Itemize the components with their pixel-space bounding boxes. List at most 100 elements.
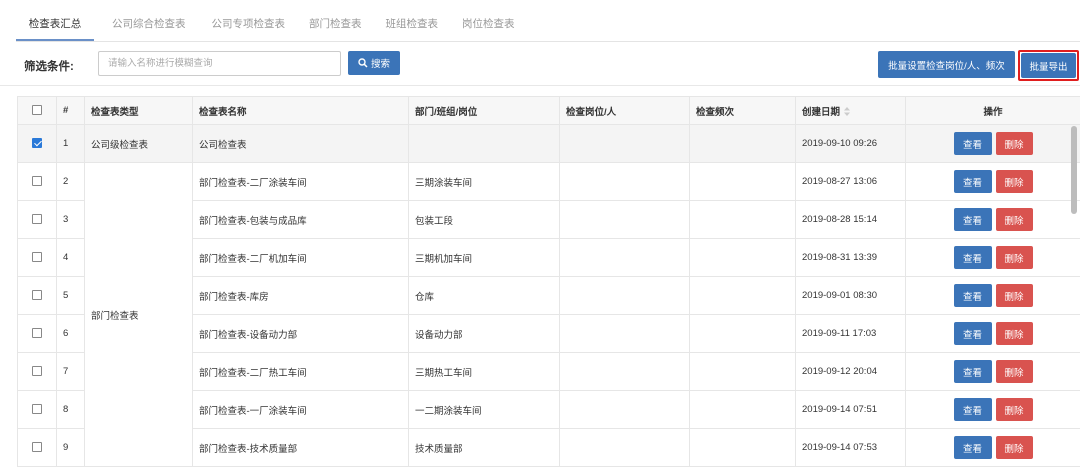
row-index: 3 (56, 200, 85, 239)
row-freq (689, 428, 796, 467)
tab-department[interactable]: 部门检查表 (297, 10, 374, 41)
delete-button[interactable]: 删除 (995, 360, 1033, 383)
row-checkbox[interactable] (32, 138, 42, 149)
row-checkbox[interactable] (32, 176, 42, 187)
table-row: 2 部门检查表 部门检查表-二厂涂装车间 三期涂装车间 2019-08-27 1… (17, 162, 1080, 467)
row-checkbox[interactable] (32, 404, 42, 415)
tab-team[interactable]: 班组检查表 (374, 10, 451, 41)
row-checkbox[interactable] (32, 366, 42, 377)
row-dept: 三期机加车间 (408, 238, 560, 277)
row-dept: 仓库 (408, 276, 560, 315)
row-checkbox-cell (17, 200, 57, 239)
row-created: 2019-08-28 15:14 (795, 200, 906, 239)
row-post (559, 124, 690, 163)
filter-label: 筛选条件: (24, 61, 74, 73)
row-created: 2019-08-31 13:39 (795, 238, 906, 277)
delete-button[interactable]: 删除 (995, 322, 1033, 345)
row-name: 部门检查表-二厂涂装车间 (192, 162, 409, 201)
view-button[interactable]: 查看 (953, 246, 992, 269)
tab-company-comprehensive[interactable]: 公司综合检查表 (100, 10, 198, 41)
row-post (559, 428, 690, 467)
row-created: 2019-09-14 07:53 (795, 428, 906, 467)
view-button[interactable]: 查看 (953, 436, 992, 459)
search-input[interactable] (98, 51, 341, 76)
row-freq (689, 352, 796, 391)
row-freq (689, 162, 796, 201)
view-button[interactable]: 查看 (953, 398, 992, 421)
row-post (559, 352, 690, 391)
delete-button[interactable]: 删除 (995, 208, 1033, 231)
row-created: 2019-09-11 17:03 (795, 314, 906, 353)
row-name: 部门检查表-技术质量部 (192, 428, 409, 467)
row-checkbox[interactable] (32, 328, 42, 339)
header-ops: 操作 (905, 96, 1080, 125)
delete-button[interactable]: 删除 (995, 436, 1033, 459)
row-checkbox[interactable] (32, 442, 42, 453)
delete-button[interactable]: 删除 (995, 246, 1033, 269)
table-row: 1 公司级检查表 公司检查表 2019-09-10 09:26 查看 删除 (17, 124, 1080, 163)
row-checkbox-cell (17, 162, 57, 201)
row-freq (689, 238, 796, 277)
row-name: 部门检查表-二厂热工车间 (192, 352, 409, 391)
view-button[interactable]: 查看 (953, 284, 992, 307)
row-checkbox[interactable] (32, 290, 42, 301)
search-button-label: 搜索 (370, 59, 390, 70)
delete-button[interactable]: 删除 (995, 170, 1033, 193)
view-button[interactable]: 查看 (953, 360, 992, 383)
row-actions: 查看 删除 (905, 124, 1080, 163)
view-button[interactable]: 查看 (953, 170, 992, 193)
row-dept: 包装工段 (408, 200, 560, 239)
row-index: 1 (56, 124, 85, 163)
search-button[interactable]: 搜索 (348, 51, 400, 75)
row-post (559, 162, 690, 201)
delete-button[interactable]: 删除 (995, 398, 1033, 421)
row-freq (689, 276, 796, 315)
row-checkbox-cell (17, 390, 57, 429)
row-actions: 查看 删除 (905, 352, 1080, 391)
view-button[interactable]: 查看 (953, 208, 992, 231)
vertical-scrollbar-thumb[interactable] (1071, 126, 1077, 214)
batch-export-button[interactable]: 批量导出 (1021, 53, 1076, 78)
row-actions: 查看 删除 (905, 200, 1080, 239)
batch-set-button[interactable]: 批量设置检查岗位/人、频次 (878, 51, 1015, 78)
row-created: 2019-09-01 08:30 (795, 276, 906, 315)
delete-button[interactable]: 删除 (995, 284, 1033, 307)
row-freq (689, 314, 796, 353)
row-index: 5 (56, 276, 85, 315)
row-checkbox[interactable] (32, 214, 42, 225)
row-name: 部门检查表-库房 (192, 276, 409, 315)
select-all-checkbox[interactable] (32, 105, 42, 116)
tab-post[interactable]: 岗位检查表 (450, 10, 527, 41)
row-index: 4 (56, 238, 85, 277)
row-post (559, 238, 690, 277)
export-highlight-box: 批量导出 (1018, 50, 1079, 81)
header-post: 检查岗位/人 (559, 96, 690, 125)
header-created[interactable]: 创建日期 (795, 96, 906, 125)
row-checkbox-cell (17, 314, 57, 353)
view-button[interactable]: 查看 (953, 132, 992, 155)
row-checkbox[interactable] (32, 252, 42, 263)
row-checkbox-cell (17, 238, 57, 277)
sort-icon[interactable] (844, 107, 851, 117)
row-freq (689, 124, 796, 163)
row-dept: 三期热工车间 (408, 352, 560, 391)
row-index: 6 (56, 314, 85, 353)
row-actions: 查看 删除 (905, 276, 1080, 315)
row-post (559, 390, 690, 429)
row-index: 8 (56, 390, 85, 429)
header-index: # (56, 96, 85, 125)
row-index: 7 (56, 352, 85, 391)
view-button[interactable]: 查看 (953, 322, 992, 345)
header-dept: 部门/班组/岗位 (408, 96, 560, 125)
delete-button[interactable]: 删除 (995, 132, 1033, 155)
table-header-row: # 检查表类型 检查表名称 部门/班组/岗位 检查岗位/人 检查频次 创建日期 … (17, 96, 1080, 125)
row-post (559, 314, 690, 353)
search-icon (358, 58, 368, 68)
row-dept: 设备动力部 (408, 314, 560, 353)
row-type: 公司级检查表 (84, 124, 193, 163)
tab-summary[interactable]: 检查表汇总 (16, 10, 94, 41)
tab-company-special[interactable]: 公司专项检查表 (200, 10, 298, 41)
header-name: 检查表名称 (192, 96, 409, 125)
header-created-label: 创建日期 (802, 106, 841, 118)
row-dept: 一二期涂装车间 (408, 390, 560, 429)
